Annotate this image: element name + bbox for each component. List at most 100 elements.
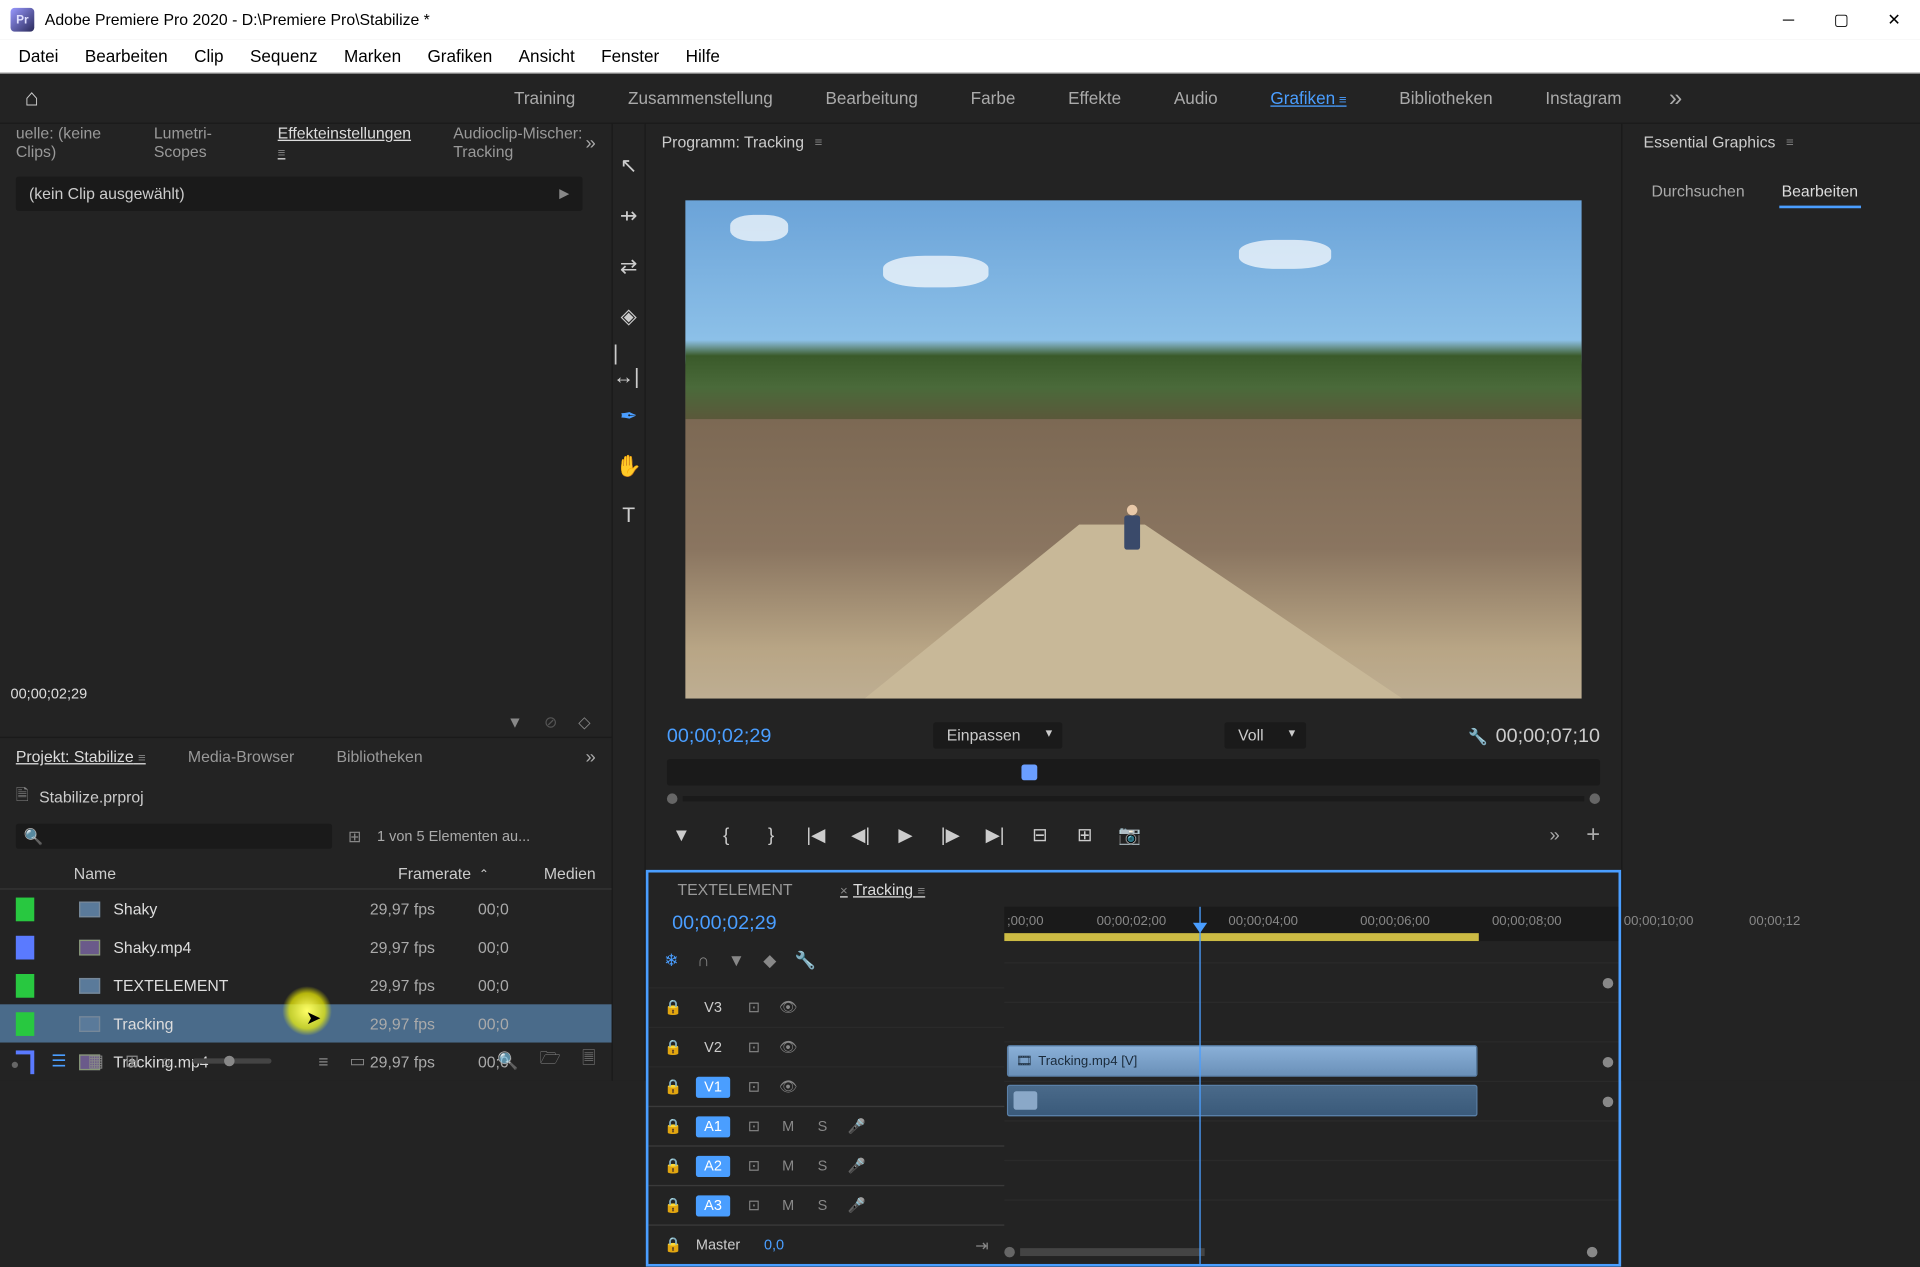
tab-projekt[interactable]: Projekt: Stabilize ≡: [5, 742, 156, 771]
add-marker-button[interactable]: ▼: [667, 820, 696, 849]
lock-icon[interactable]: 🔒: [664, 1118, 682, 1135]
project-item-shaky-mp4[interactable]: Shaky.mp4 29,97 fps 00;0: [0, 928, 612, 966]
menu-clip[interactable]: Clip: [181, 41, 237, 71]
fx-keyframe-icon[interactable]: ◇: [578, 713, 590, 731]
keyframe-icon[interactable]: [1603, 978, 1614, 989]
slip-tool[interactable]: |↔|: [613, 351, 645, 383]
timeline-tab-tracking[interactable]: ×Tracking ≡: [827, 876, 939, 902]
playback-overflow[interactable]: »: [1550, 824, 1560, 845]
timeline-ruler[interactable]: ;00;00 00;00;02;00 00;00;04;00 00;00;06;…: [1004, 907, 1618, 941]
eye-icon[interactable]: 👁: [778, 1078, 799, 1095]
settings-icon[interactable]: 🔧: [1468, 727, 1488, 745]
track-v3[interactable]: [1004, 962, 1618, 1002]
sync-lock-icon[interactable]: ⊡: [743, 1157, 764, 1174]
zoom-slider-dot[interactable]: ○: [160, 1051, 170, 1071]
mic-icon[interactable]: 🎤: [846, 1197, 867, 1214]
tab-effekteinstellungen[interactable]: Effekteinstellungen ≡: [267, 119, 421, 166]
keyframe-icon[interactable]: [1603, 1097, 1614, 1108]
home-button[interactable]: ⌂: [16, 82, 48, 114]
freeform-icon[interactable]: ⊞: [348, 827, 361, 845]
snap-icon[interactable]: ❄: [664, 950, 678, 971]
razor-tool[interactable]: ◈: [613, 301, 645, 333]
marker-icon[interactable]: ▼: [728, 950, 745, 971]
icon-view-icon[interactable]: ▦: [88, 1050, 104, 1071]
track-label-v1[interactable]: V1: [696, 1076, 730, 1097]
lock-icon[interactable]: 🔒: [664, 999, 682, 1016]
track-header-a3[interactable]: 🔒 A3 ⊡ M S 🎤: [648, 1185, 1004, 1225]
workspace-effekte[interactable]: Effekte: [1063, 80, 1127, 116]
timeline-tab-textelement[interactable]: TEXTELEMENT: [664, 876, 805, 902]
lock-icon[interactable]: 🔒: [664, 1236, 682, 1253]
track-a1[interactable]: [1004, 1081, 1618, 1121]
automate-icon[interactable]: ▭: [350, 1050, 366, 1071]
menu-grafiken[interactable]: Grafiken: [414, 41, 505, 71]
program-scrubber[interactable]: [667, 759, 1600, 785]
sync-lock-icon[interactable]: ⊡: [743, 1039, 764, 1056]
step-back-button[interactable]: ◀|: [846, 820, 875, 849]
track-v1[interactable]: 🎞Tracking.mp4 [V]: [1004, 1041, 1618, 1081]
solo-button[interactable]: S: [812, 1197, 833, 1213]
solo-button[interactable]: S: [812, 1158, 833, 1174]
workspace-audio[interactable]: Audio: [1169, 80, 1223, 116]
sync-lock-icon[interactable]: ⊡: [743, 1197, 764, 1214]
tab-bibliotheken[interactable]: Bibliotheken: [326, 742, 433, 771]
tab-audioclip-mixer[interactable]: Audioclip-Mischer: Tracking: [443, 119, 607, 166]
fx-bypass-icon[interactable]: ⊘: [544, 713, 557, 731]
master-toggle-icon[interactable]: ⇥: [975, 1236, 988, 1254]
type-tool[interactable]: T: [613, 501, 645, 533]
eye-icon[interactable]: 👁: [778, 1039, 799, 1056]
program-timecode-current[interactable]: 00;00;02;29: [667, 724, 771, 746]
zoom-end-handle[interactable]: [1590, 793, 1601, 804]
project-search-input[interactable]: [51, 826, 324, 846]
menu-bearbeiten[interactable]: Bearbeiten: [72, 41, 181, 71]
timeline-tracks[interactable]: ;00;00 00;00;02;00 00;00;04;00 00;00;06;…: [1004, 907, 1618, 1264]
zoom-bar[interactable]: [683, 796, 1585, 801]
maximize-button[interactable]: ▢: [1825, 4, 1857, 36]
mute-button[interactable]: M: [778, 1197, 799, 1213]
effect-timecode[interactable]: 00;00;02;29: [0, 676, 612, 708]
sync-lock-icon[interactable]: ⊡: [743, 1118, 764, 1135]
program-viewport[interactable]: [685, 200, 1581, 698]
menu-sequenz[interactable]: Sequenz: [237, 41, 331, 71]
track-v2[interactable]: [1004, 1002, 1618, 1042]
menu-marken[interactable]: Marken: [331, 41, 415, 71]
sort-icon[interactable]: ≡: [318, 1051, 328, 1071]
marker-color-icon[interactable]: ◆: [763, 950, 776, 971]
tab-lumetri[interactable]: Lumetri-Scopes: [143, 119, 246, 166]
track-header-v1[interactable]: 🔒 V1 ⊡ 👁: [648, 1066, 1004, 1106]
workspace-grafiken[interactable]: Grafiken: [1265, 80, 1352, 116]
mic-icon[interactable]: 🎤: [846, 1118, 867, 1135]
track-header-a1[interactable]: 🔒 A1 ⊡ M S 🎤: [648, 1106, 1004, 1146]
button-editor[interactable]: +: [1586, 820, 1600, 848]
lift-button[interactable]: ⊟: [1025, 820, 1054, 849]
workspace-training[interactable]: Training: [509, 80, 581, 116]
track-a2[interactable]: [1004, 1120, 1618, 1160]
lock-icon[interactable]: 🔒: [664, 1157, 682, 1174]
pen-tool[interactable]: ✒: [613, 401, 645, 433]
tl-zoom-start[interactable]: [1004, 1247, 1015, 1258]
keyframe-icon[interactable]: [1603, 1057, 1614, 1068]
col-header-medien[interactable]: Medien: [517, 865, 596, 883]
minimize-button[interactable]: ─: [1773, 4, 1805, 36]
tab-source[interactable]: uelle: (keine Clips): [5, 119, 122, 166]
go-to-in-button[interactable]: |◀: [801, 820, 830, 849]
clip-tracking-video[interactable]: 🎞Tracking.mp4 [V]: [1007, 1045, 1478, 1077]
track-label-a2[interactable]: A2: [696, 1155, 730, 1176]
ripple-edit-tool[interactable]: ⇄: [613, 250, 645, 282]
extract-button[interactable]: ⊞: [1070, 820, 1099, 849]
eye-icon[interactable]: 👁: [778, 999, 799, 1016]
graphics-tab-browse[interactable]: Durchsuchen: [1649, 177, 1747, 209]
find-icon[interactable]: 🔍: [497, 1050, 518, 1071]
project-overflow-icon[interactable]: »: [585, 746, 595, 767]
linked-selection-icon[interactable]: ∩: [697, 950, 709, 971]
track-header-a2[interactable]: 🔒 A2 ⊡ M S 🎤: [648, 1145, 1004, 1185]
mute-button[interactable]: M: [778, 1118, 799, 1134]
mark-in-button[interactable]: {: [712, 820, 741, 849]
project-item-textelement[interactable]: TEXTELEMENT 29,97 fps 00;0: [0, 966, 612, 1004]
workspace-bibliotheken[interactable]: Bibliotheken: [1394, 80, 1498, 116]
playhead[interactable]: [1199, 907, 1200, 1264]
track-select-tool[interactable]: ⇸: [613, 200, 645, 232]
zoom-start-handle[interactable]: [667, 793, 678, 804]
wrench-icon[interactable]: 🔧: [795, 950, 816, 971]
menu-hilfe[interactable]: Hilfe: [672, 41, 733, 71]
